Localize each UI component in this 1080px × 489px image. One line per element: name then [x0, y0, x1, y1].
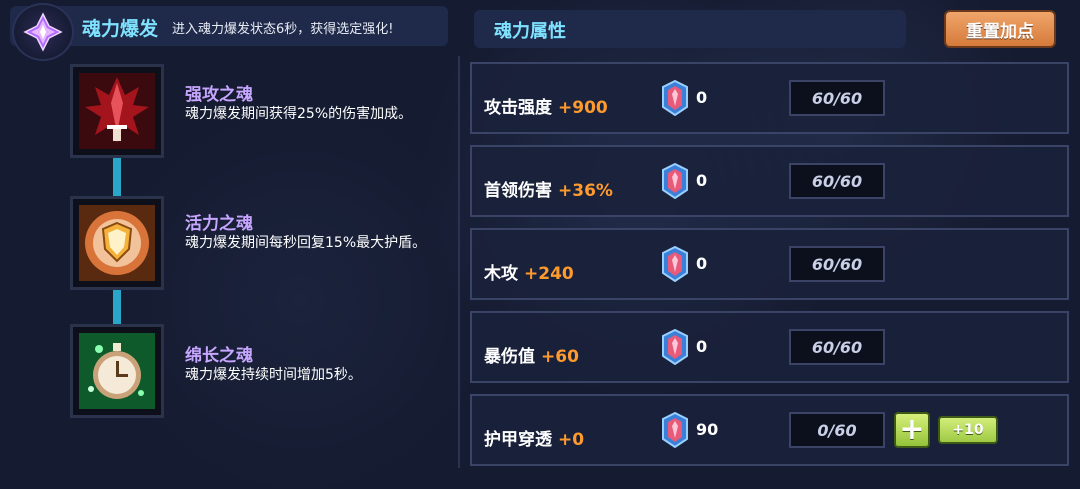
- add-point-button[interactable]: +: [894, 412, 930, 448]
- orange-shield-soul-icon: [78, 204, 156, 282]
- soul-slot-2[interactable]: [70, 196, 164, 290]
- soul-description-1: 魂力爆发期间获得25%的伤害加成。: [185, 106, 413, 122]
- gem-count: 0: [696, 88, 708, 107]
- attribute-progress: 0/60: [789, 412, 885, 448]
- attribute-name: 攻击强度 +900: [484, 98, 608, 118]
- soul-burst-description: 进入魂力爆发状态6秒，获得选定强化!: [172, 22, 394, 37]
- attribute-bonus: +60: [541, 347, 579, 367]
- soul-gem-icon: [662, 163, 688, 199]
- attribute-bonus: +900: [558, 98, 608, 118]
- attribute-progress: 60/60: [789, 80, 885, 116]
- red-sword-soul-icon: [78, 72, 156, 150]
- attributes-title: 魂力属性: [494, 21, 566, 42]
- gem-count: 90: [696, 420, 719, 439]
- attribute-name: 首领伤害 +36%: [484, 181, 613, 201]
- soul-description-3: 魂力爆发持续时间增加5秒。: [185, 367, 362, 383]
- attribute-bonus: +240: [524, 264, 574, 284]
- attribute-progress: 60/60: [789, 329, 885, 365]
- attribute-name: 暴伤值 +60: [484, 347, 579, 367]
- gem-count: 0: [696, 254, 708, 273]
- soul-gem-icon: [662, 412, 688, 448]
- soul-description-2: 魂力爆发期间每秒回复15%最大护盾。: [185, 235, 427, 251]
- attribute-name: 木攻 +240: [484, 264, 574, 284]
- soul-slot-1[interactable]: [70, 64, 164, 158]
- attribute-bonus: +0: [558, 430, 585, 450]
- reset-points-button[interactable]: 重置加点: [944, 10, 1056, 48]
- soul-slot-3[interactable]: [70, 324, 164, 418]
- soul-name-3: 绵长之魂: [185, 346, 253, 366]
- attribute-name: 护甲穿透 +0: [484, 430, 585, 450]
- panel-divider: [458, 56, 460, 468]
- green-stopwatch-soul-icon: [78, 332, 156, 410]
- soul-name-2: 活力之魂: [185, 214, 253, 234]
- soul-connector: [113, 290, 121, 326]
- attribute-progress: 60/60: [789, 163, 885, 199]
- gem-count: 0: [696, 171, 708, 190]
- soul-name-1: 强攻之魂: [185, 85, 253, 105]
- soul-burst-title: 魂力爆发: [82, 18, 159, 40]
- soul-connector: [113, 158, 121, 196]
- add-ten-points-button[interactable]: +10: [938, 416, 998, 444]
- soul-gem-icon: [662, 80, 688, 116]
- purple-crystal-icon: [12, 3, 74, 61]
- attribute-progress: 60/60: [789, 246, 885, 282]
- soul-gem-icon: [662, 246, 688, 282]
- attribute-bonus: +36%: [558, 181, 613, 201]
- soul-gem-icon: [662, 329, 688, 365]
- gem-count: 0: [696, 337, 708, 356]
